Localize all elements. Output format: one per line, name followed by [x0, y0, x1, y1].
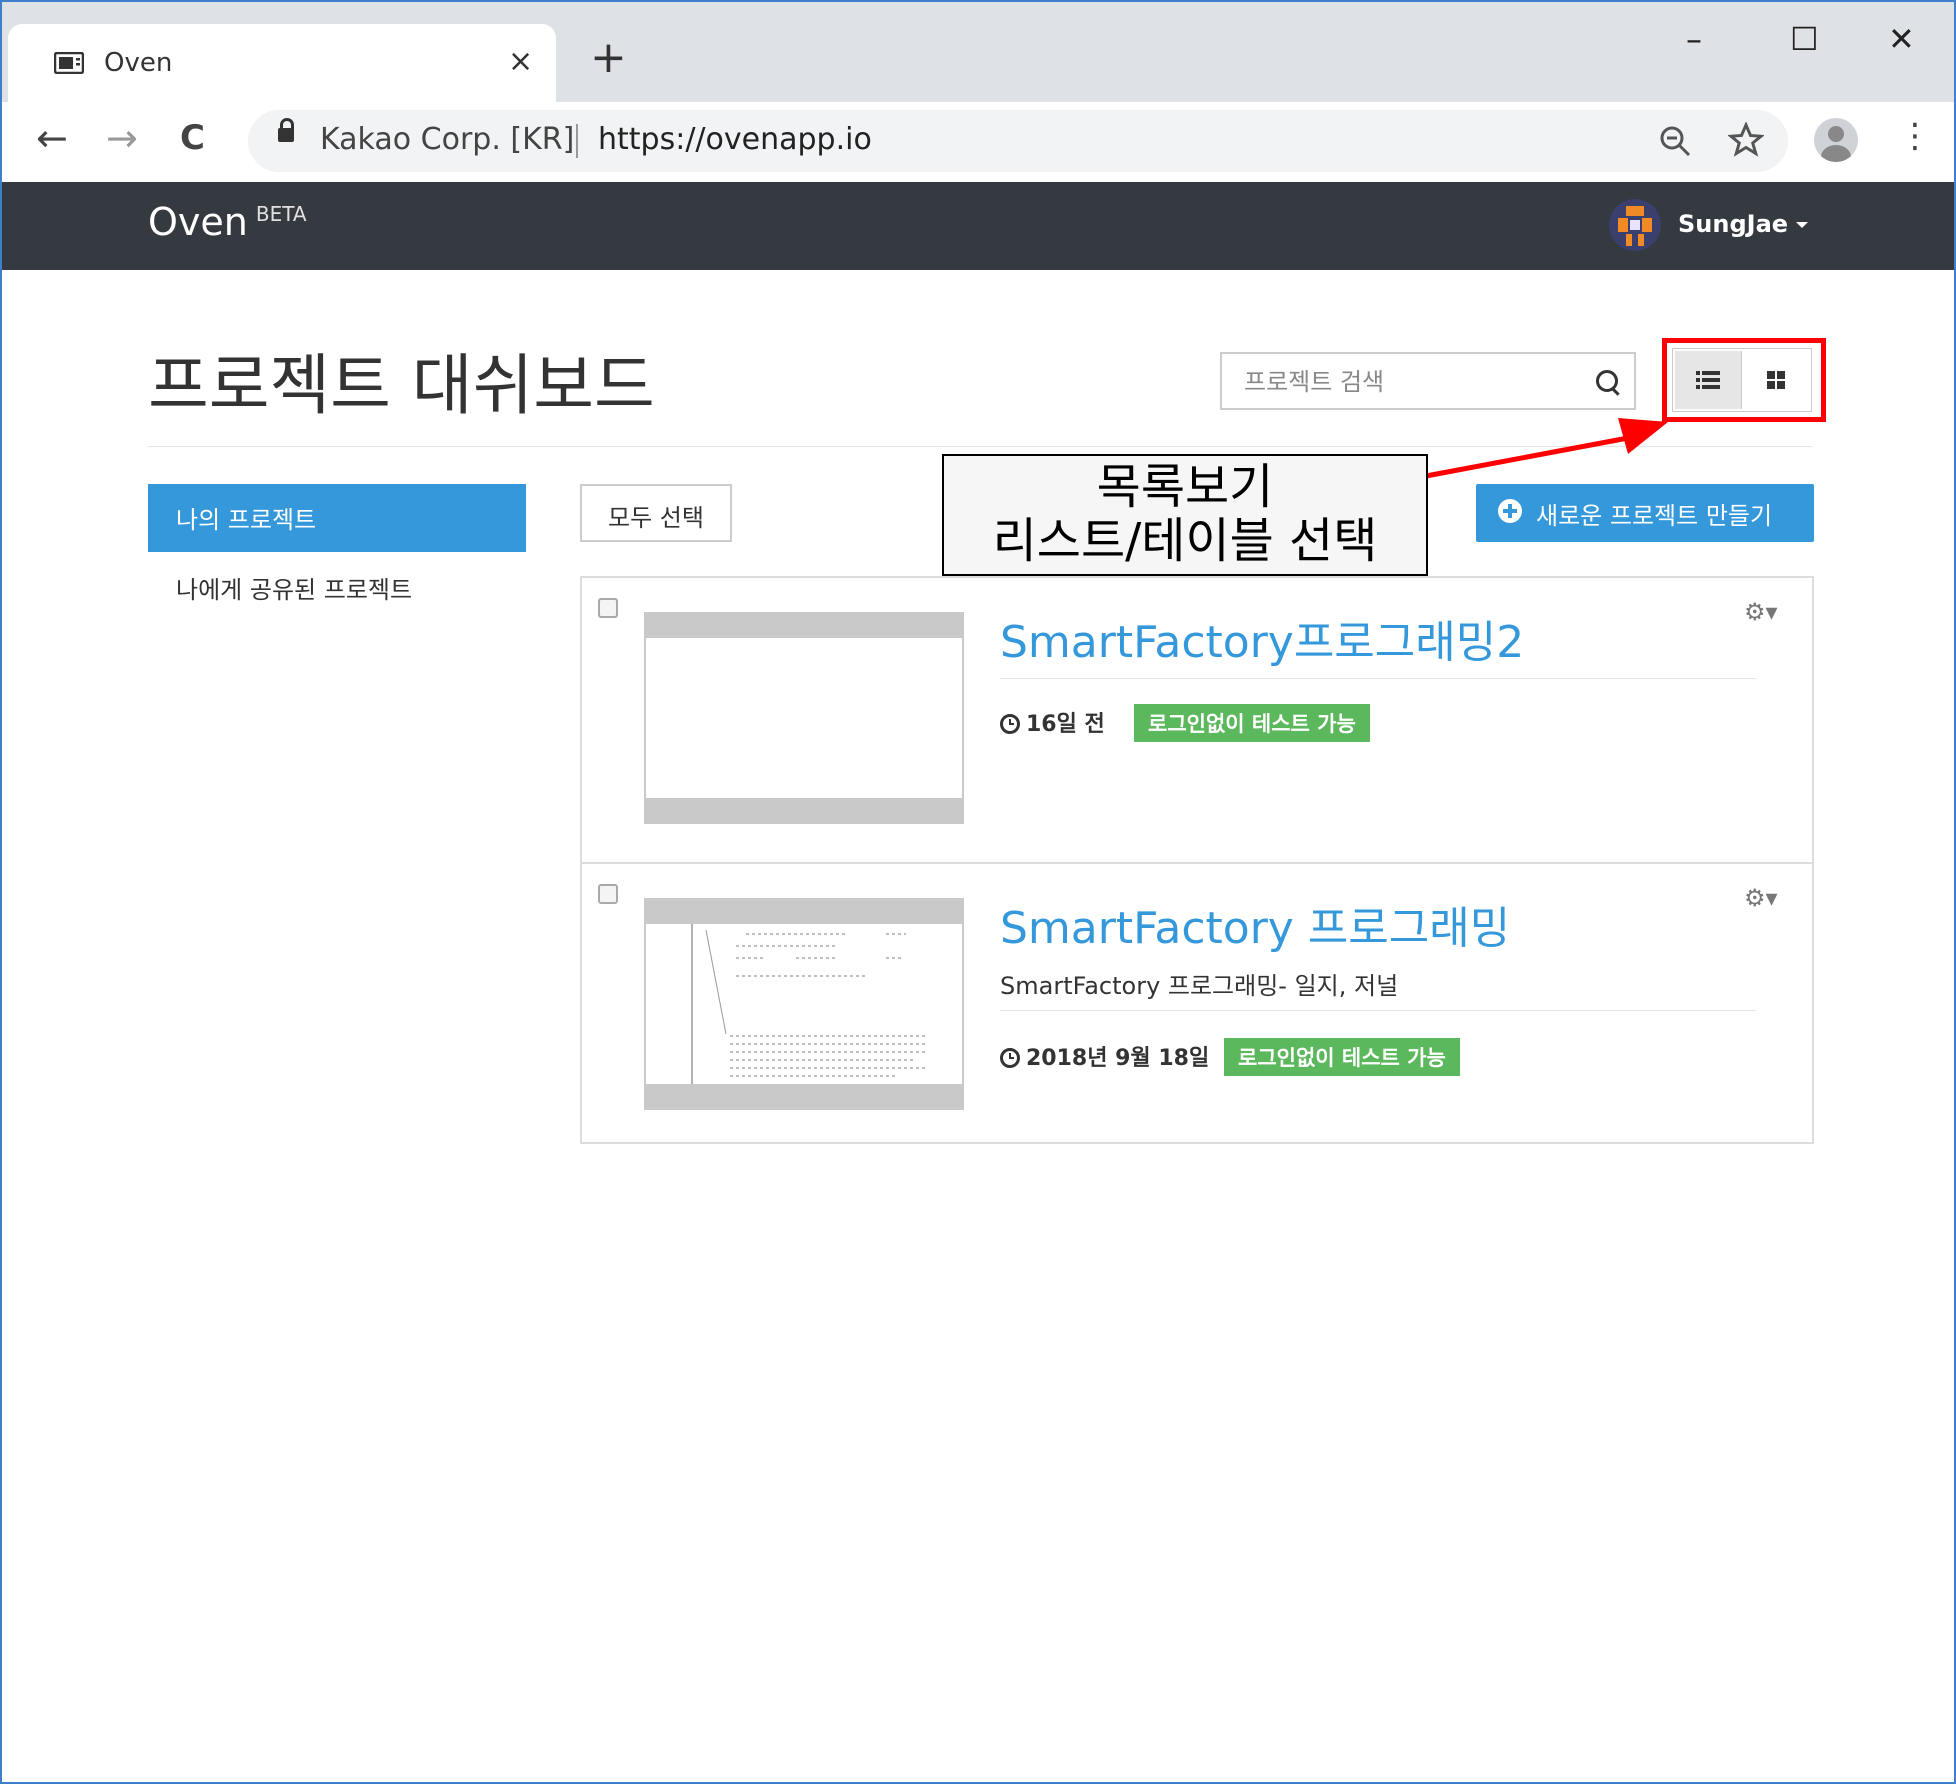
annotation-callout: 목록보기 리스트/테이블 선택 [942, 454, 1428, 576]
search-icon[interactable] [1596, 370, 1618, 392]
star-icon[interactable] [1728, 122, 1764, 158]
project-row[interactable]: SmartFactory프로그래밍2 16일 전 로그인없이 테스트 가능 ⚙▾ [582, 578, 1812, 862]
thumbnail-canvas [646, 924, 962, 1084]
annotation-arrow [1425, 418, 1668, 479]
separator [576, 124, 578, 158]
brand-name[interactable]: Oven [148, 200, 248, 244]
project-description: SmartFactory 프로그래밍- 일지, 저널 [1000, 972, 1399, 1000]
select-all-button[interactable]: 모두 선택 [580, 484, 732, 542]
tab-title: Oven [104, 48, 173, 78]
zoom-icon[interactable] [1658, 124, 1692, 158]
project-checkbox[interactable] [598, 884, 618, 904]
brand-logo[interactable]: Oven BETA [148, 200, 307, 244]
browser-tab[interactable]: Oven × [8, 24, 556, 102]
new-tab-button[interactable]: + [590, 36, 627, 80]
project-thumbnail[interactable] [644, 612, 964, 824]
plus-circle-icon [1498, 499, 1522, 523]
search-input[interactable] [1242, 364, 1586, 400]
address-bar[interactable]: Kakao Corp. [KR] https://ovenapp.io [248, 110, 1788, 172]
new-project-label: 새로운 프로젝트 만들기 [1536, 502, 1773, 530]
url-text[interactable]: https://ovenapp.io [598, 122, 872, 157]
row-divider [1000, 1010, 1756, 1011]
lock-icon[interactable] [278, 118, 294, 142]
thumbnail-preview-graphic [691, 924, 926, 1084]
sidebar-item-shared-projects[interactable]: 나에게 공유된 프로젝트 [176, 570, 412, 605]
user-name[interactable]: SungJae [1678, 210, 1788, 238]
page-title: 프로젝트 대쉬보드 [148, 347, 655, 424]
gear-dropdown-icon[interactable]: ⚙▾ [1744, 884, 1778, 912]
clock-icon [1000, 1048, 1020, 1068]
project-search [1220, 352, 1636, 410]
site-identity[interactable]: Kakao Corp. [KR] [320, 122, 574, 157]
maximize-button[interactable]: ☐ [1790, 20, 1819, 58]
new-project-button[interactable]: 새로운 프로젝트 만들기 [1476, 484, 1814, 542]
thumbnail-canvas [646, 638, 962, 798]
project-name[interactable]: SmartFactory프로그래밍2 [1000, 606, 1524, 670]
annotation-line-1: 목록보기 [1096, 459, 1274, 515]
tab-strip: Oven × + – ☐ ✕ [2, 2, 1954, 102]
browser-menu-icon[interactable]: ⋮ [1898, 116, 1932, 156]
annotation-line-2: 리스트/테이블 선택 [992, 513, 1378, 569]
oven-favicon-icon [54, 52, 84, 74]
gear-dropdown-icon[interactable]: ⚙▾ [1744, 598, 1778, 626]
row-divider [1000, 678, 1756, 679]
minimize-button[interactable]: – [1686, 20, 1702, 58]
status-badge: 로그인없이 테스트 가능 [1224, 1038, 1460, 1076]
close-window-button[interactable]: ✕ [1888, 20, 1915, 58]
browser-toolbar: ← → C Kakao Corp. [KR] https://ovenapp.i… [2, 102, 1954, 183]
project-time: 2018년 9월 18일 [1000, 1040, 1209, 1072]
project-time-text: 16일 전 [1026, 712, 1105, 737]
status-badge: 로그인없이 테스트 가능 [1134, 704, 1370, 742]
annotation-highlight-box [1662, 338, 1826, 422]
browser-window: Oven × + – ☐ ✕ ← → C Kakao Corp. [KR] ht… [0, 0, 1956, 1784]
project-row[interactable]: SmartFactory 프로그래밍 SmartFactory 프로그래밍- 일… [582, 862, 1812, 1148]
project-thumbnail[interactable] [644, 898, 964, 1110]
forward-button[interactable]: → [106, 118, 138, 158]
back-button[interactable]: ← [36, 118, 68, 158]
app-navbar: Oven BETA SungJae [2, 182, 1954, 270]
project-list: SmartFactory프로그래밍2 16일 전 로그인없이 테스트 가능 ⚙▾ [580, 576, 1814, 1144]
project-time-text: 2018년 9월 18일 [1026, 1046, 1210, 1071]
project-checkbox[interactable] [598, 598, 618, 618]
user-avatar[interactable] [1608, 198, 1662, 252]
profile-avatar[interactable] [1814, 118, 1858, 162]
user-menu-caret-icon[interactable] [1796, 222, 1808, 228]
project-name[interactable]: SmartFactory 프로그래밍 [1000, 892, 1510, 956]
sidebar-item-my-projects[interactable]: 나의 프로젝트 [148, 484, 526, 552]
clock-icon [1000, 714, 1020, 734]
reload-button[interactable]: C [180, 118, 205, 158]
close-tab-icon[interactable]: × [508, 44, 533, 79]
project-time: 16일 전 [1000, 706, 1105, 738]
beta-tag: BETA [255, 202, 307, 226]
